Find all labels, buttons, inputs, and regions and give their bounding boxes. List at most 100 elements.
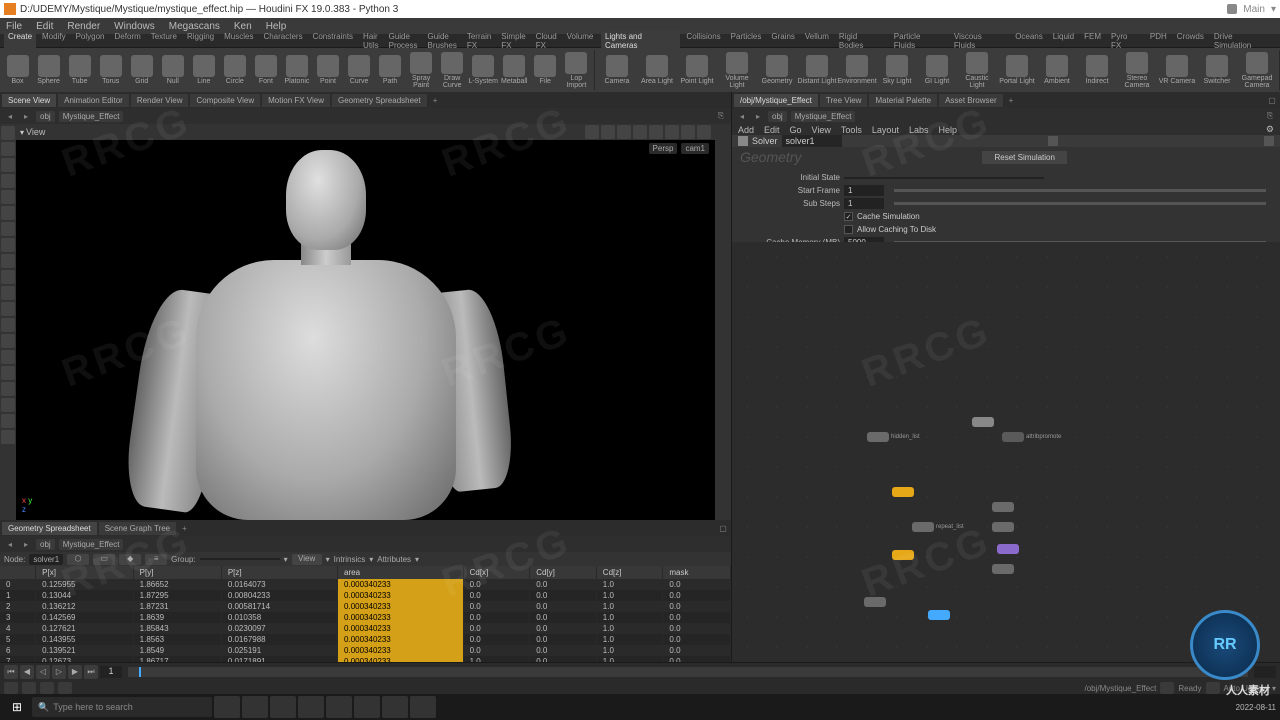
frame-end-field[interactable] [1254,666,1276,678]
shelf-tab[interactable]: Guide Process [385,31,422,51]
vp-btn[interactable] [649,125,663,139]
shelf-tab[interactable]: Constraints [309,31,357,51]
network-node[interactable] [997,544,1021,554]
viewport-tool[interactable] [1,238,15,252]
taskbar-app[interactable] [298,696,324,718]
tab-network[interactable]: /obj/Mystique_Effect [734,94,818,107]
viewport-tool[interactable] [1,190,15,204]
play-fwd-icon[interactable]: ▶ [68,665,82,679]
status-btn[interactable] [4,682,18,694]
tool-font[interactable]: Font [250,50,281,90]
shelf-tab[interactable]: Drive Simulation [1210,31,1276,51]
level-detail-btn[interactable]: ≡ [145,554,167,565]
gear-icon[interactable] [1048,136,1058,146]
tool-gamepad-camera[interactable]: Gamepad Camera [1237,50,1277,90]
tool-geometry[interactable]: Geometry [757,50,797,90]
view-mode-label[interactable]: View [26,127,45,137]
status-btn[interactable] [40,682,54,694]
tool-torus[interactable]: Torus [95,50,126,90]
node-name-field[interactable]: solver1 [29,554,63,565]
menu-edit[interactable]: Edit [764,125,780,135]
viewport-tool[interactable] [1,286,15,300]
tool-draw-curve[interactable]: Draw Curve [437,50,468,90]
vp-btn[interactable] [601,125,615,139]
tool-sky-light[interactable]: Sky Light [877,50,917,90]
taskbar-search[interactable]: 🔍 Type here to search [32,697,212,717]
initial-state-field[interactable] [844,177,1044,179]
viewport-tab[interactable]: Composite View [190,94,260,107]
tab-tree-view[interactable]: Tree View [820,94,868,107]
viewport-tab[interactable]: Scene View [2,94,56,107]
viewport-tab[interactable]: Render View [131,94,189,107]
start-frame-field[interactable]: 1 [844,185,884,196]
tool-grid[interactable]: Grid [126,50,157,90]
shelf-tab[interactable]: Particles [727,31,766,51]
shelf-tab[interactable]: Particle Fluids [890,31,948,51]
viewport-tool[interactable] [1,366,15,380]
menu-go[interactable]: Go [790,125,802,135]
menu-tools[interactable]: Tools [841,125,862,135]
menu-labs[interactable]: Labs [909,125,929,135]
vp-btn[interactable] [681,125,695,139]
network-node[interactable] [972,417,996,427]
network-node[interactable] [864,597,888,607]
viewport-tool[interactable] [1,174,15,188]
shelf-tab[interactable]: Create [4,31,36,51]
network-node[interactable] [892,550,916,560]
start-button[interactable]: ⊞ [4,696,30,718]
shelf-tab[interactable]: Lights and Cameras [601,31,680,51]
tab-scene-graph[interactable]: Scene Graph Tree [99,522,176,535]
step-fwd-icon[interactable]: ▷ [52,665,66,679]
tab-material[interactable]: Material Palette [869,94,937,107]
frame-field[interactable]: 1 [100,666,122,678]
camera-select[interactable]: cam1 [681,143,709,154]
play-end-icon[interactable]: ⏭ [84,665,98,679]
shelf-tab[interactable]: Muscles [220,31,257,51]
tool-stereo-camera[interactable]: Stereo Camera [1117,50,1157,90]
viewport-tool[interactable] [1,270,15,284]
help-icon[interactable] [1264,136,1274,146]
tool-spray-paint[interactable]: Spray Paint [406,50,437,90]
viewport-tab[interactable]: Motion FX View [262,94,330,107]
system-tray[interactable]: 2022-08-11 [1236,703,1276,712]
viewport-tool[interactable] [1,222,15,236]
shelf-tab[interactable]: Terrain FX [463,31,495,51]
level-prims-btn[interactable]: ▭ [93,554,115,565]
taskbar-app[interactable] [270,696,296,718]
group-field[interactable] [200,558,280,560]
viewport-tool[interactable] [1,350,15,364]
shelf-tab[interactable]: Viscous Fluids [950,31,1009,51]
taskbar-app[interactable] [326,696,352,718]
tool-indirect[interactable]: Indirect [1077,50,1117,90]
tool-circle[interactable]: Circle [219,50,250,90]
shelf-tab[interactable]: Collisions [682,31,724,51]
step-back-icon[interactable]: ◁ [36,665,50,679]
spreadsheet-table[interactable]: P[x]P[y]P[z]areaCd[x]Cd[y]Cd[z]mask00.12… [0,566,731,662]
tool-vr-camera[interactable]: VR Camera [1157,50,1197,90]
network-node[interactable]: repeat_list [912,522,964,532]
taskbar-app[interactable] [354,696,380,718]
vp-btn[interactable] [633,125,647,139]
play-start-icon[interactable]: ⏮ [4,665,18,679]
shelf-tab[interactable]: Grains [767,31,799,51]
viewport-tool[interactable] [1,398,15,412]
start-frame-slider[interactable] [894,189,1266,192]
viewport-tool[interactable] [1,382,15,396]
viewport-tool[interactable] [1,126,15,140]
tool-box[interactable]: Box [2,50,33,90]
network-node[interactable] [992,522,1016,532]
play-back-icon[interactable]: ◀ [20,665,34,679]
shelf-tab[interactable]: Polygon [72,31,109,51]
shelf-tab[interactable]: Guide Brushes [424,31,461,51]
nav-fwd-icon[interactable]: ▸ [752,110,764,122]
status-btn[interactable] [58,682,72,694]
viewport-tool[interactable] [1,158,15,172]
camera-persp[interactable]: Persp [649,143,678,154]
tool-ambient[interactable]: Ambient [1037,50,1077,90]
tool-l-system[interactable]: L-System [468,50,499,90]
menu-add[interactable]: Add [738,125,754,135]
shelf-tab[interactable]: Liquid [1049,31,1078,51]
nav-fwd-icon[interactable]: ▸ [20,538,32,550]
shelf-tab[interactable]: Deform [111,31,145,51]
pane-btn[interactable]: ⚙ [1266,124,1274,135]
